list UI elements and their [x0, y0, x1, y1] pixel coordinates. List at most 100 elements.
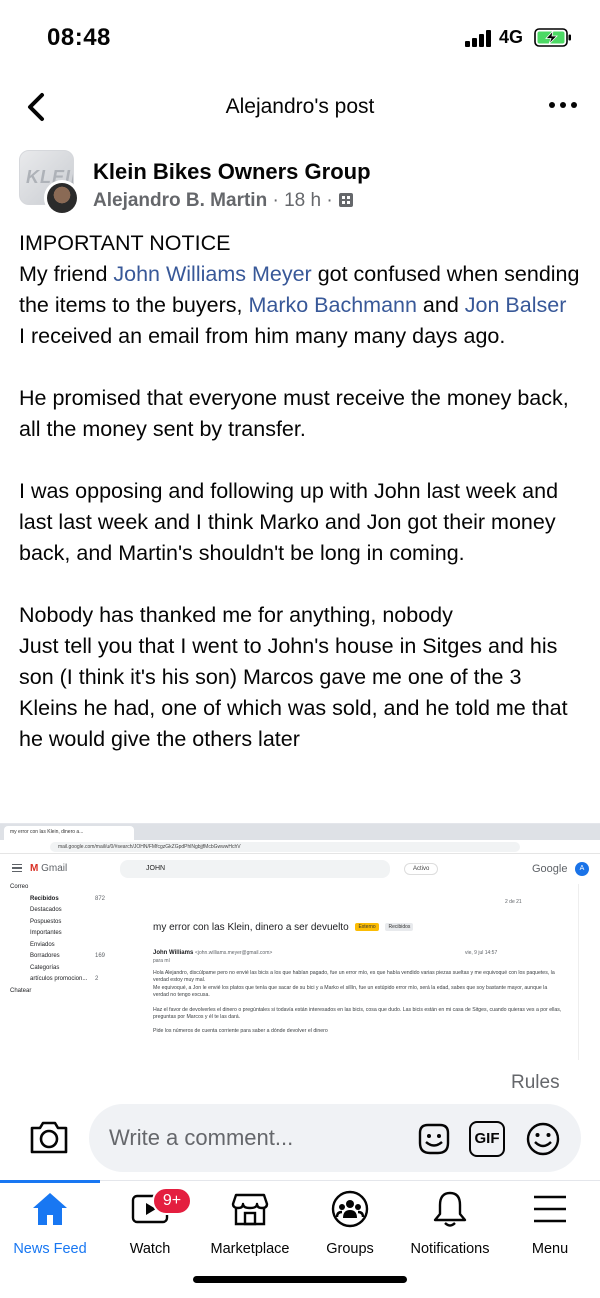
- gmail-sidebar-item: Enviados: [30, 941, 55, 948]
- browser-tab-bar: my error con las Klein, dinero a...: [0, 824, 600, 840]
- groups-icon: [331, 1190, 369, 1228]
- home-icon: [33, 1193, 67, 1225]
- gmail-sidebar: Correo Recibidos 872 Destacados Pospuestos Im…: [0, 884, 120, 1060]
- nav-news-feed[interactable]: News Feed: [0, 1189, 100, 1269]
- post-header: Alejandro's post: [0, 76, 600, 138]
- battery-charging-icon: [534, 28, 571, 47]
- post-paragraph: He promised that everyone must receive t…: [19, 383, 584, 445]
- gmail-email-view: 2 de 21 my error con las Klein, dinero a…: [125, 884, 585, 1060]
- post-text-segment: He promised that everyone must receive t…: [19, 386, 569, 441]
- gif-icon[interactable]: GIF: [469, 1121, 505, 1157]
- google-logo: Google: [532, 863, 568, 875]
- email-body: Hola Alejandro, discúlpame pero no envié…: [153, 970, 563, 1036]
- post-text-segment: My friend: [19, 262, 114, 286]
- email-to: para mí: [153, 958, 170, 964]
- browser-tab: my error con las Klein, dinero a...: [4, 826, 134, 840]
- post-paragraph: I was opposing and following up with Joh…: [19, 476, 584, 569]
- email-subject: my error con las Klein, dinero a ser dev…: [153, 922, 414, 933]
- page-title: Alejandro's post: [225, 95, 375, 118]
- post-text-segment: I received an email from him many many d…: [19, 324, 506, 348]
- nav-notifications[interactable]: Notifications: [400, 1189, 500, 1269]
- post-time[interactable]: 18 h: [284, 190, 321, 211]
- mention-link[interactable]: John Williams Meyer: [113, 262, 311, 286]
- more-options-icon[interactable]: [547, 90, 579, 120]
- post-text-segment: IMPORTANT NOTICE: [19, 231, 231, 255]
- mention-link[interactable]: Marko Bachmann: [248, 293, 417, 317]
- post-text-segment: I was opposing and following up with Joh…: [19, 479, 559, 565]
- home-indicator: [193, 1276, 407, 1283]
- gmail-sidebar-item: Correo: [10, 884, 29, 890]
- email-body-line: Pide los números de cuenta corriente par…: [153, 1028, 328, 1035]
- gmail-sidebar-item: artículos promocion...: [30, 976, 88, 982]
- meta-separator: ·: [326, 190, 333, 211]
- gmail-sidebar-item: Chatear: [10, 987, 32, 994]
- gmail-sidebar-item: Importantes: [30, 930, 62, 936]
- active-tab-indicator: [0, 1180, 100, 1183]
- gmail-pager: 2 de 21: [505, 899, 522, 905]
- email-date: vie, 9 jul 14:57: [465, 950, 498, 956]
- menu-icon: [534, 1195, 566, 1223]
- gmail-sidebar-item: Categorías: [30, 964, 60, 971]
- post-author-block: KLEIN Klein Bikes Owners Group Alejandro…: [19, 150, 579, 216]
- nav-marketplace[interactable]: Marketplace: [200, 1189, 300, 1269]
- post-paragraph: I received an email from him many many d…: [19, 321, 584, 352]
- attached-email-screenshot[interactable]: my error con las Klein, dinero a... mail…: [0, 823, 600, 1060]
- camera-icon[interactable]: [28, 1118, 70, 1156]
- post-paragraph: Just tell you that I went to John's hous…: [19, 631, 584, 755]
- author-name[interactable]: Alejandro B. Martin: [93, 190, 267, 211]
- meta-separator: ·: [272, 190, 279, 211]
- status-bar: 08:48 4G: [0, 0, 600, 76]
- comment-placeholder: Write a comment...: [109, 1125, 294, 1150]
- marketplace-icon: [231, 1193, 269, 1226]
- post-paragraph: IMPORTANT NOTICE: [19, 228, 584, 259]
- watch-badge: 9+: [152, 1187, 192, 1215]
- gmail-top-bar: M Gmail JOHN Activo Google A: [0, 854, 600, 884]
- email-body-line: Me equivoqué, a Jon le envié los platos …: [153, 984, 548, 999]
- group-privacy-icon: [338, 193, 353, 207]
- sticker-icon[interactable]: [416, 1121, 452, 1157]
- gmail-status: Activo: [404, 863, 439, 875]
- gmail-user-avatar: A: [575, 862, 589, 876]
- gmail-menu-icon: [12, 864, 22, 872]
- emoji-icon[interactable]: [525, 1121, 561, 1157]
- post-paragraph: Nobody has thanked me for anything, nobo…: [19, 600, 584, 631]
- mention-link[interactable]: Jon Balser: [465, 293, 567, 317]
- gmail-right-rail: [578, 884, 600, 1060]
- post-text-segment: Nobody has thanked me for anything, nobo…: [19, 603, 453, 627]
- nav-menu[interactable]: Menu: [500, 1189, 600, 1269]
- gmail-count: 872: [95, 895, 106, 902]
- author-avatar[interactable]: [44, 180, 80, 216]
- network-type: 4G: [499, 27, 524, 47]
- status-time: 08:48: [47, 24, 111, 51]
- post-text-segment: and: [416, 293, 465, 317]
- nav-watch[interactable]: 9+ Watch: [100, 1187, 200, 1269]
- gmail-logo: M Gmail: [30, 863, 68, 874]
- comment-input[interactable]: Write a comment... GIF: [89, 1104, 581, 1172]
- gmail-sidebar-item: Pospuestos: [30, 918, 62, 925]
- post-paragraph: My friend John Williams Meyer got confus…: [19, 259, 584, 321]
- group-name[interactable]: Klein Bikes Owners Group: [93, 159, 371, 185]
- email-body-line: Haz el favor de devolverles el dinero o …: [153, 1006, 562, 1021]
- bell-icon: [433, 1191, 467, 1227]
- gmail-count: 2: [95, 976, 99, 982]
- gmail-sidebar-item: Destacados: [30, 907, 62, 913]
- nav-label: Menu: [531, 1241, 569, 1257]
- browser-url: mail.google.com/mail/u/0/#search/JOHN/FM…: [50, 842, 520, 852]
- browser-url-bar: mail.google.com/mail/u/0/#search/JOHN/FM…: [0, 840, 600, 854]
- email-sender: John Williams <john.williams.meyer@gmail…: [153, 950, 273, 956]
- email-body-line: Hola Alejandro, discúlpame pero no envié…: [153, 970, 555, 984]
- rules-link[interactable]: Rules: [511, 1072, 560, 1094]
- nav-groups[interactable]: Groups: [300, 1189, 400, 1269]
- email-tag: Externo: [355, 923, 379, 931]
- post-meta: Alejandro B. Martin · 18 h ·: [93, 190, 354, 212]
- email-label: Recibidos: [385, 923, 414, 931]
- signal-icon: [465, 30, 493, 47]
- post-text: IMPORTANT NOTICE My friend John Williams …: [19, 228, 584, 755]
- gmail-count: 169: [95, 953, 106, 959]
- post-text-segment: Just tell you that I went to John's hous…: [19, 634, 568, 751]
- gmail-search: JOHN: [120, 860, 390, 878]
- comment-bar: Write a comment... GIF: [0, 1104, 600, 1172]
